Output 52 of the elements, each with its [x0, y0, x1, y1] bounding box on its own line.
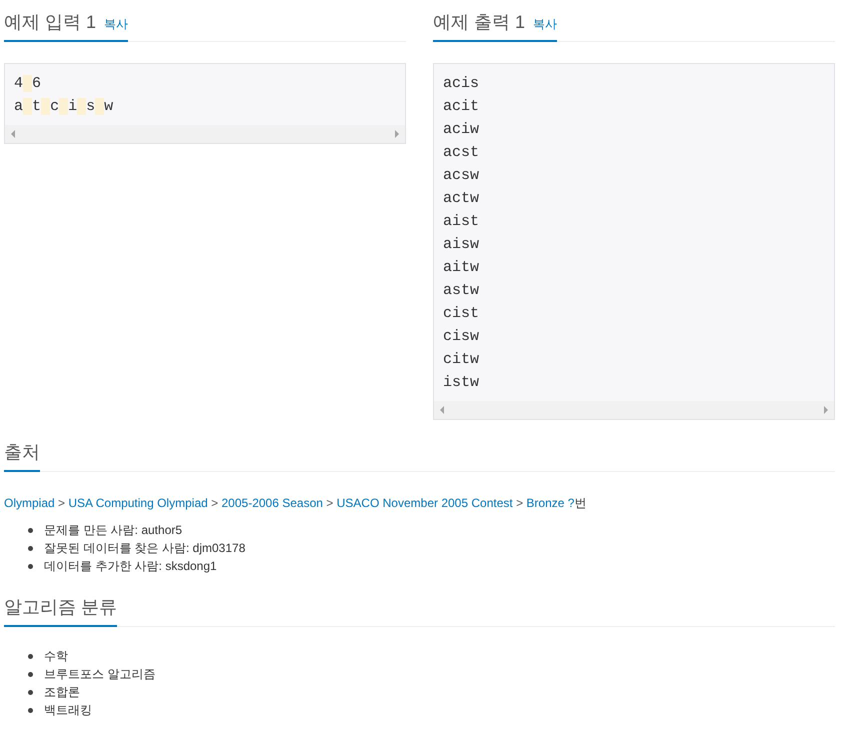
- bullet-icon: [28, 708, 33, 712]
- code-line: aitw: [443, 258, 480, 278]
- code-line: aist: [443, 212, 480, 232]
- code-line: cist: [443, 304, 480, 324]
- code-line: aciw: [443, 120, 480, 140]
- scroll-right-icon[interactable]: [395, 130, 399, 138]
- bullet-icon: [28, 546, 33, 550]
- bullet-icon: [28, 690, 33, 694]
- section-title: 예제 입력 1: [4, 11, 96, 34]
- bullet-icon: [28, 528, 33, 532]
- credit-text: 데이터를 추가한 사람: sksdong1: [44, 558, 217, 575]
- scroll-left-icon[interactable]: [11, 130, 15, 138]
- code-line: acsw: [443, 166, 480, 186]
- code-line: a t c i s w: [14, 97, 114, 117]
- code-line: acis: [443, 74, 480, 94]
- algorithm-tag: 조합론: [44, 683, 80, 701]
- scroll-left-icon[interactable]: [440, 406, 444, 414]
- code-line: aisw: [443, 235, 480, 255]
- scroll-right-icon[interactable]: [824, 406, 828, 414]
- copy-link[interactable]: 복사: [104, 16, 128, 33]
- code-line: acit: [443, 97, 480, 117]
- credit-text: 문제를 만든 사람: author5: [44, 522, 182, 539]
- horizontal-scrollbar[interactable]: [5, 125, 405, 143]
- breadcrumb-separator: >: [516, 496, 524, 510]
- breadcrumb-link[interactable]: Bronze ?: [526, 496, 574, 510]
- breadcrumb-separator: >: [58, 496, 66, 510]
- breadcrumb-separator: >: [326, 496, 334, 510]
- bullet-icon: [28, 654, 33, 658]
- breadcrumb-link[interactable]: Olympiad: [4, 496, 55, 510]
- section-title: 알고리즘 분류: [4, 596, 118, 619]
- algorithm-tag: 백트래킹: [44, 701, 92, 719]
- horizontal-scrollbar[interactable]: [434, 401, 834, 419]
- bullet-icon: [28, 564, 33, 568]
- problem-number-suffix: 번: [574, 496, 586, 510]
- algorithm-tag: 수학: [44, 647, 68, 665]
- breadcrumb-link[interactable]: 2005-2006 Season: [222, 496, 323, 510]
- algorithm-tag: 브루트포스 알고리즘: [44, 665, 156, 683]
- section-title: 예제 출력 1: [433, 11, 526, 34]
- code-line: istw: [443, 373, 480, 393]
- code-line: astw: [443, 281, 480, 301]
- code-line: 4 6: [14, 74, 42, 94]
- breadcrumb-link[interactable]: USA Computing Olympiad: [68, 496, 208, 510]
- copy-link[interactable]: 복사: [533, 16, 558, 33]
- code-line: acst: [443, 143, 480, 163]
- code-line: citw: [443, 350, 480, 370]
- bullet-icon: [28, 672, 33, 676]
- breadcrumb-separator: >: [211, 496, 218, 510]
- section-title: 출처: [4, 441, 40, 464]
- code-line: cisw: [443, 327, 480, 347]
- code-line: actw: [443, 189, 480, 209]
- credit-text: 잘못된 데이터를 찾은 사람: djm03178: [44, 540, 246, 557]
- breadcrumb-link[interactable]: USACO November 2005 Contest: [336, 496, 513, 510]
